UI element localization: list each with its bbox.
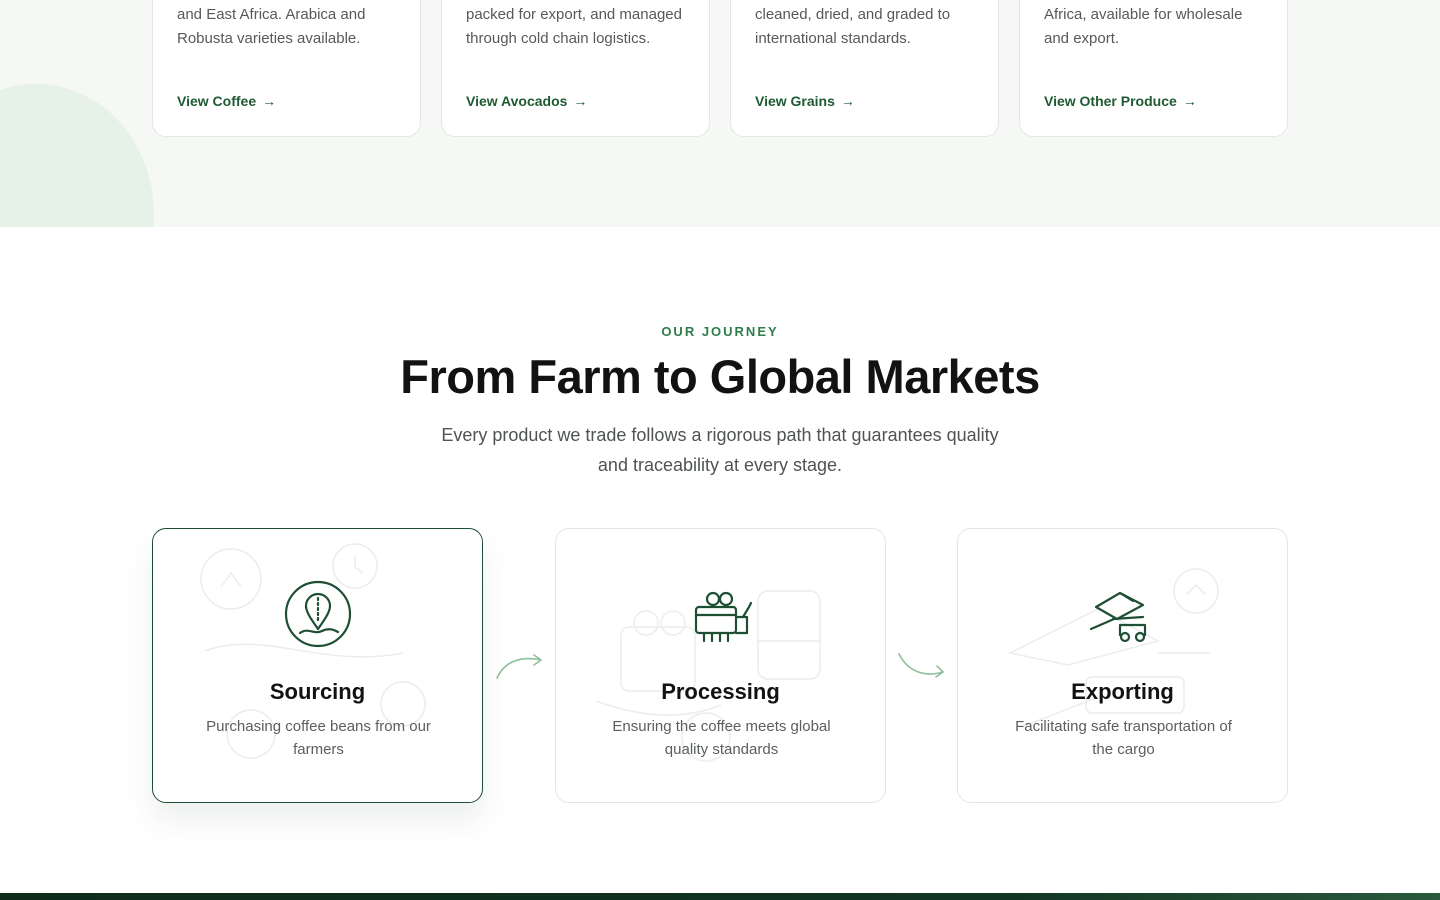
location-pin-icon: [284, 580, 352, 648]
step-card-exporting[interactable]: Exporting Facilitating safe transportati…: [957, 528, 1288, 803]
arrow-right-icon: →: [262, 93, 277, 109]
step-description: Purchasing coffee beans from our farmers: [206, 718, 431, 758]
product-description: and East Africa. Arabica and Robusta var…: [177, 6, 366, 47]
view-grains-link[interactable]: View Grains →: [755, 93, 855, 109]
footer-section-top: [0, 893, 1440, 900]
decorative-background-illustration: [595, 590, 821, 762]
section-eyebrow: OUR JOURNEY: [661, 324, 779, 339]
decorative-background-illustration: [200, 543, 426, 759]
product-description: Africa, available for wholesale and expo…: [1044, 6, 1243, 47]
connector-arrow-icon: [496, 654, 542, 679]
link-label: View Other Produce: [1044, 93, 1177, 109]
product-card-other-produce: Africa, available for wholesale and expo…: [1019, 0, 1288, 137]
decorative-background-illustration: [1007, 568, 1219, 728]
view-avocados-link[interactable]: View Avocados →: [466, 93, 587, 109]
link-label: View Grains: [755, 93, 835, 109]
product-card-grains: cleaned, dried, and graded to internatio…: [730, 0, 999, 137]
link-label: View Coffee: [177, 93, 257, 109]
step-description: Ensuring the coffee meets global quality…: [612, 718, 831, 758]
step-title: Exporting: [1071, 679, 1174, 704]
step-title: Sourcing: [269, 679, 366, 704]
products-section: and East Africa. Arabica and Robusta var…: [0, 0, 1440, 227]
product-description: packed for export, and managed through c…: [466, 6, 682, 47]
step-card-sourcing[interactable]: Sourcing Purchasing coffee beans from ou…: [152, 528, 483, 803]
arrow-right-icon: →: [1182, 93, 1197, 109]
step-description: Facilitating safe transportation of the …: [1015, 718, 1232, 758]
link-label: View Avocados: [466, 93, 568, 109]
arrow-right-icon: →: [840, 93, 855, 109]
step-title: Processing: [661, 679, 780, 704]
section-headline: From Farm to Global Markets: [400, 350, 1040, 403]
decorative-blob: [0, 84, 154, 227]
arrow-right-icon: →: [573, 93, 588, 109]
processing-machine-icon: [694, 591, 753, 643]
product-card-avocados: packed for export, and managed through c…: [441, 0, 710, 137]
cargo-truck-icon: [1089, 591, 1147, 643]
product-description: cleaned, dried, and graded to internatio…: [755, 6, 951, 47]
step-card-processing[interactable]: Processing Ensuring the coffee meets glo…: [555, 528, 886, 803]
view-other-produce-link[interactable]: View Other Produce →: [1044, 93, 1197, 109]
view-coffee-link[interactable]: View Coffee →: [177, 93, 276, 109]
section-subtext: Every product we trade follows a rigorou…: [441, 425, 999, 475]
product-card-coffee: and East Africa. Arabica and Robusta var…: [152, 0, 421, 137]
connector-arrow-icon: [898, 653, 944, 678]
